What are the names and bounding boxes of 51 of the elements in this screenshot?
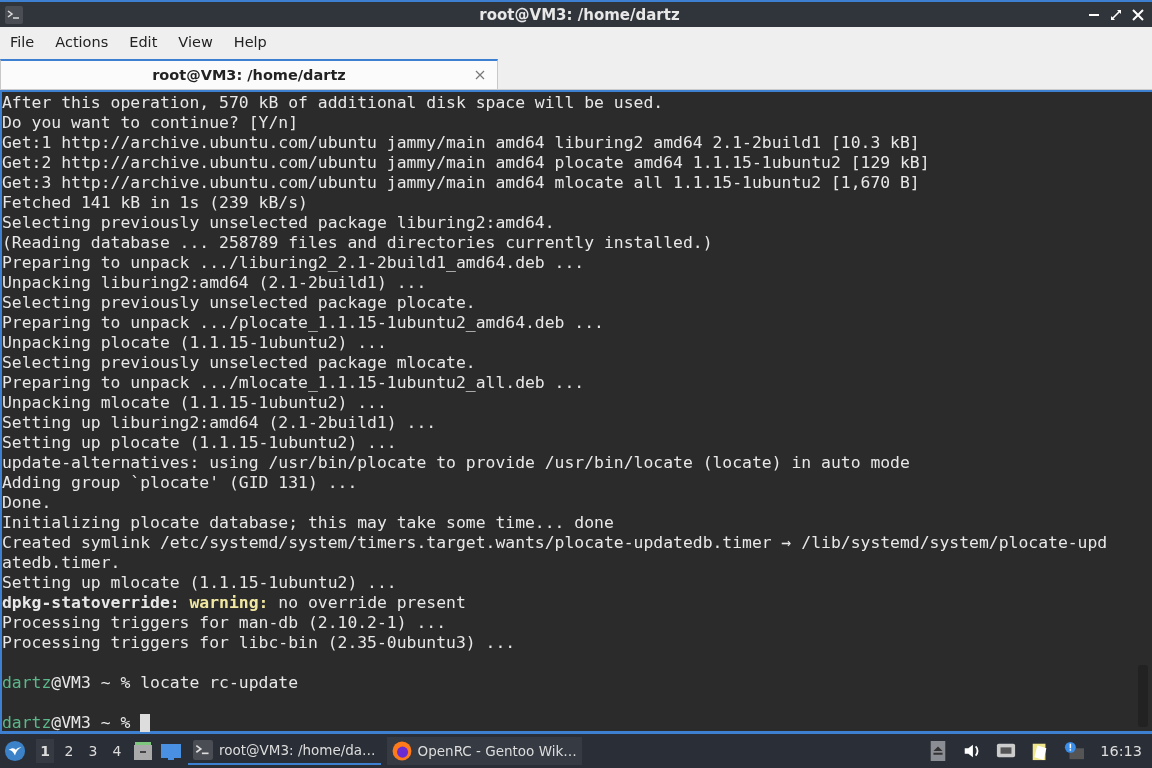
- menu-item[interactable]: File: [2, 31, 43, 53]
- terminal-icon: [193, 740, 213, 760]
- terminal-line: Processing triggers for libc-bin (2.35-0ubuntu3) ...: [2, 633, 516, 653]
- menu-item[interactable]: View: [170, 31, 221, 53]
- workspace-button[interactable]: 3: [84, 739, 102, 763]
- terminal-line: Do you want to continue? [Y/n]: [2, 113, 299, 133]
- terminal-line: dpkg-statoverride: warning: no override present: [2, 593, 466, 613]
- terminal-line: Fetched 141 kB in 1s (239 kB/s): [2, 193, 308, 213]
- terminal-line: Setting up liburing2:amd64 (2.1-2build1) ...: [2, 413, 437, 433]
- menu-item[interactable]: Help: [225, 31, 275, 53]
- terminal-line: Get:2 http://archive.ubuntu.com/ubuntu jammy/main amd64 plocate amd64 1.1.15-1ubuntu2 [129 kB]: [2, 153, 930, 173]
- terminal-line: update-alternatives: using /usr/bin/plocate to provide /usr/bin/locate (locate) in auto mode: [2, 453, 910, 473]
- workspace-button[interactable]: 2: [60, 739, 78, 763]
- terminal-line: After this operation, 570 kB of additional disk space will be used.: [2, 93, 664, 113]
- terminal-line: Get:1 http://archive.ubuntu.com/ubuntu jammy/main amd64 liburing2 amd64 2.1-2build1 [10.3 kB]: [2, 133, 920, 153]
- terminal-line: Selecting previously unselected package liburing2:amd64.: [2, 213, 555, 233]
- clock[interactable]: 16:13: [1100, 743, 1142, 759]
- terminal-line: Unpacking mlocate (1.1.15-1ubuntu2) ...: [2, 393, 387, 413]
- terminal-line: Processing triggers for man-db (2.10.2-1) ...: [2, 613, 447, 633]
- terminal-line: Adding group `plocate' (GID 131) ...: [2, 473, 358, 493]
- terminal-tab[interactable]: root@VM3: /home/dartz: [0, 59, 498, 89]
- terminal-line: dartz@VM3 ~ %: [2, 713, 131, 733]
- taskbar-window-button[interactable]: root@VM3: /home/da…: [188, 737, 381, 765]
- file-cabinet-icon[interactable]: [132, 740, 154, 762]
- menu-item[interactable]: Actions: [47, 31, 117, 53]
- workspace-button[interactable]: 1: [36, 739, 54, 763]
- terminal-line: (Reading database ... 258789 files and directories currently installed.): [2, 233, 713, 253]
- browser-icon: [391, 741, 412, 761]
- terminal-line: Selecting previously unselected package mlocate.: [2, 353, 476, 373]
- maximize-icon[interactable]: [1110, 8, 1122, 21]
- terminal-line: Unpacking plocate (1.1.15-1ubuntu2) ...: [2, 333, 387, 353]
- window-title: root@VM3: /home/dartz: [478, 5, 680, 24]
- terminal-line: Preparing to unpack .../mlocate_1.1.15-1ubuntu2_all.deb ...: [2, 373, 585, 393]
- workspace-button[interactable]: 4: [108, 739, 126, 763]
- terminal-icon: [5, 5, 23, 24]
- taskbar-window-button[interactable]: OpenRC - Gentoo Wik…: [386, 737, 582, 765]
- notification-icon[interactable]: [1064, 741, 1085, 761]
- terminal-line: Initializing plocate database; this may take some time... done: [2, 513, 614, 533]
- menu-item[interactable]: Edit: [121, 31, 166, 53]
- terminal-line: Selecting previously unselected package plocate.: [2, 293, 476, 313]
- terminal-line: Setting up plocate (1.1.15-1ubuntu2) ...: [2, 433, 397, 453]
- terminal-line: Unpacking liburing2:amd64 (2.1-2build1) ...: [2, 273, 427, 293]
- terminal-line: dartz@VM3 ~ % locate rc-update: [2, 673, 299, 693]
- terminal-line: Preparing to unpack .../plocate_1.1.15-1ubuntu2_amd64.deb ...: [2, 313, 604, 333]
- app-menu-icon[interactable]: [4, 740, 26, 762]
- terminal-line: Get:3 http://archive.ubuntu.com/ubuntu jammy/main amd64 mlocate all 1.1.15-1ubuntu2 [1,670 B]: [2, 173, 920, 193]
- terminal-line: Done.: [2, 493, 52, 513]
- terminal-line: Preparing to unpack .../liburing2_2.1-2build1_amd64.deb ...: [2, 253, 585, 273]
- terminal-line: Setting up mlocate (1.1.15-1ubuntu2) ...: [2, 573, 397, 593]
- terminal-line: Created symlink /etc/systemd/system/timers.target.wants/plocate-updatedb.timer → /lib/systemd/system/plocate-upd: [2, 533, 1108, 553]
- terminal-line: atedb.timer.: [2, 553, 121, 573]
